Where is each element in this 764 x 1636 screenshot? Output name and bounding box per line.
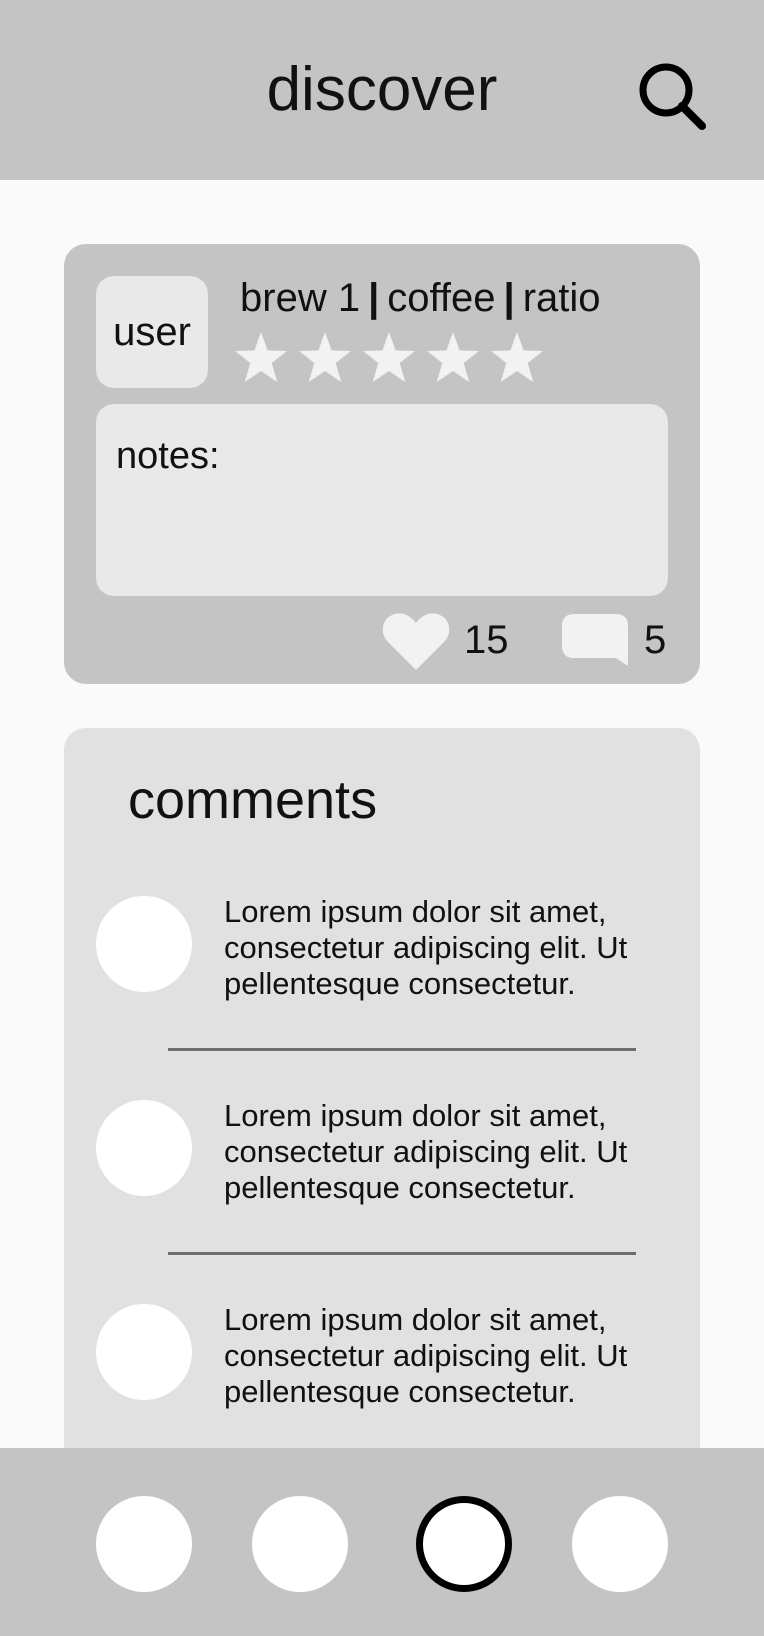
brew-post-card[interactable]: user brew 1 | coffee | ratio notes: 15 5 [64, 244, 700, 684]
comment-text: Lorem ipsum dolor sit amet, consectetur … [224, 1302, 628, 1409]
comment-item[interactable]: Lorem ipsum dolor sit amet, consectetur … [96, 1302, 676, 1409]
comment-text: Lorem ipsum dolor sit amet, consectetur … [224, 1098, 628, 1205]
meta-separator: | [503, 276, 515, 320]
notes-box: notes: [96, 404, 668, 596]
search-icon[interactable] [636, 60, 708, 132]
ratio-label: ratio [522, 276, 601, 320]
top-app-bar: discover [0, 0, 764, 180]
star-icon[interactable] [296, 330, 354, 388]
comment-text: Lorem ipsum dolor sit amet, consectetur … [224, 894, 628, 1001]
meta-separator: | [368, 276, 380, 320]
user-label: user [113, 309, 191, 354]
star-icon[interactable] [232, 330, 290, 388]
bottom-navigation [0, 1448, 764, 1636]
comment-divider [168, 1252, 636, 1255]
nav-item-4[interactable] [572, 1496, 668, 1592]
nav-item-3[interactable] [416, 1496, 512, 1592]
comment-divider [168, 1048, 636, 1051]
like-count: 15 [464, 618, 509, 662]
notes-label: notes: [116, 435, 220, 477]
star-rating[interactable] [232, 330, 552, 388]
coffee-label: coffee [387, 276, 496, 320]
comment-item[interactable]: Lorem ipsum dolor sit amet, consectetur … [96, 1098, 676, 1205]
star-icon[interactable] [488, 330, 546, 388]
comment-icon[interactable] [560, 612, 630, 668]
comment-item[interactable]: Lorem ipsum dolor sit amet, consectetur … [96, 894, 676, 1001]
nav-item-1[interactable] [96, 1496, 192, 1592]
brew-name: brew 1 [240, 276, 361, 320]
comments-title: comments [128, 770, 378, 830]
brew-meta: brew 1 | coffee | ratio [240, 274, 601, 322]
heart-icon[interactable] [382, 612, 450, 672]
commenter-avatar[interactable] [96, 1100, 192, 1196]
star-icon[interactable] [360, 330, 418, 388]
commenter-avatar[interactable] [96, 896, 192, 992]
star-icon[interactable] [424, 330, 482, 388]
comments-panel: comments Lorem ipsum dolor sit amet, con… [64, 728, 700, 1488]
comment-count: 5 [644, 618, 667, 662]
user-avatar[interactable]: user [96, 276, 208, 388]
commenter-avatar[interactable] [96, 1304, 192, 1400]
nav-item-2[interactable] [252, 1496, 348, 1592]
